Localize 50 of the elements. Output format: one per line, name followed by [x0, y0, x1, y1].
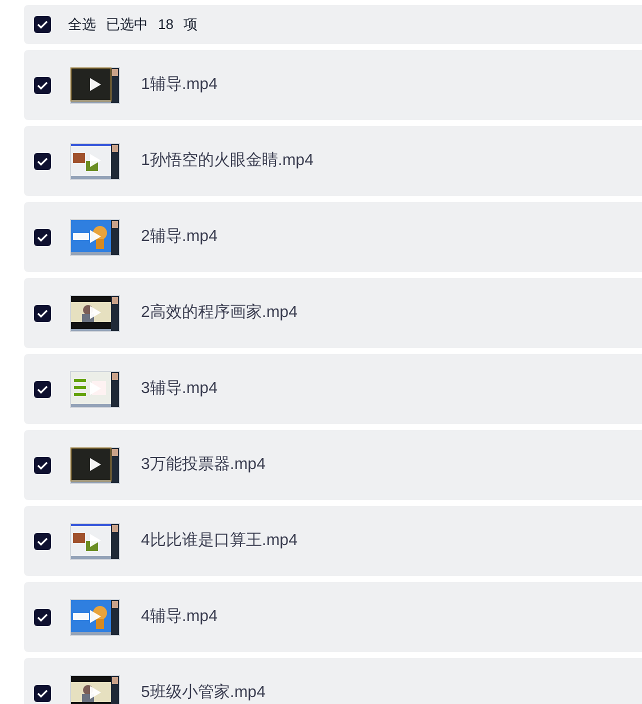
check-icon: [37, 232, 48, 242]
file-name: 1孙悟空的火眼金睛.mp4: [141, 150, 314, 171]
file-row[interactable]: 1孙悟空的火眼金睛.mp4: [24, 126, 642, 196]
file-row[interactable]: 4比比谁是口算王.mp4: [24, 506, 642, 576]
file-row[interactable]: 3万能投票器.mp4: [24, 430, 642, 500]
play-icon: [90, 534, 101, 546]
play-icon: [90, 78, 101, 90]
file-row[interactable]: 1辅导.mp4: [24, 50, 642, 120]
file-row[interactable]: 3辅导.mp4: [24, 354, 642, 424]
checkbox[interactable]: [34, 532, 51, 550]
file-name: 4比比谁是口算王.mp4: [141, 530, 298, 551]
checkbox[interactable]: [34, 380, 51, 398]
play-icon: [90, 306, 101, 318]
play-icon: [90, 686, 101, 698]
checkbox[interactable]: [34, 684, 51, 702]
file-name: 4辅导.mp4: [141, 607, 218, 627]
play-icon: [90, 154, 101, 166]
file-row[interactable]: 4辅导.mp4: [24, 582, 642, 652]
file-name: 3万能投票器.mp4: [141, 455, 266, 475]
check-icon: [37, 308, 48, 318]
check-icon: [37, 688, 48, 698]
checkbox[interactable]: [34, 304, 51, 322]
checkbox[interactable]: [34, 76, 51, 94]
play-icon: [90, 610, 101, 622]
selection-count: 18: [158, 15, 174, 34]
checkbox[interactable]: [34, 16, 51, 33]
check-icon: [37, 612, 48, 622]
file-name: 2高效的程序画家.mp4: [141, 302, 298, 323]
file-name: 3辅导.mp4: [141, 379, 218, 399]
selection-summary: 已选中: [106, 15, 148, 34]
checkbox[interactable]: [34, 608, 51, 626]
selection-unit: 项: [184, 15, 198, 34]
file-name: 5班级小管家.mp4: [141, 682, 266, 703]
file-row[interactable]: 5班级小管家.mp4: [24, 658, 642, 704]
check-icon: [37, 536, 48, 546]
play-icon: [90, 230, 101, 242]
select-all-label: 全选: [68, 15, 96, 34]
file-name: 2辅导.mp4: [141, 227, 218, 247]
play-icon: [90, 458, 101, 470]
checkbox[interactable]: [34, 228, 51, 246]
checkbox[interactable]: [34, 456, 51, 474]
check-icon: [37, 460, 48, 470]
check-icon: [37, 384, 48, 394]
file-row[interactable]: 2高效的程序画家.mp4: [24, 278, 642, 348]
check-icon: [37, 156, 48, 166]
check-icon: [37, 80, 48, 90]
file-name: 1辅导.mp4: [141, 75, 218, 95]
file-row[interactable]: 2辅导.mp4: [24, 202, 642, 272]
check-icon: [37, 20, 48, 29]
checkbox[interactable]: [34, 152, 51, 170]
